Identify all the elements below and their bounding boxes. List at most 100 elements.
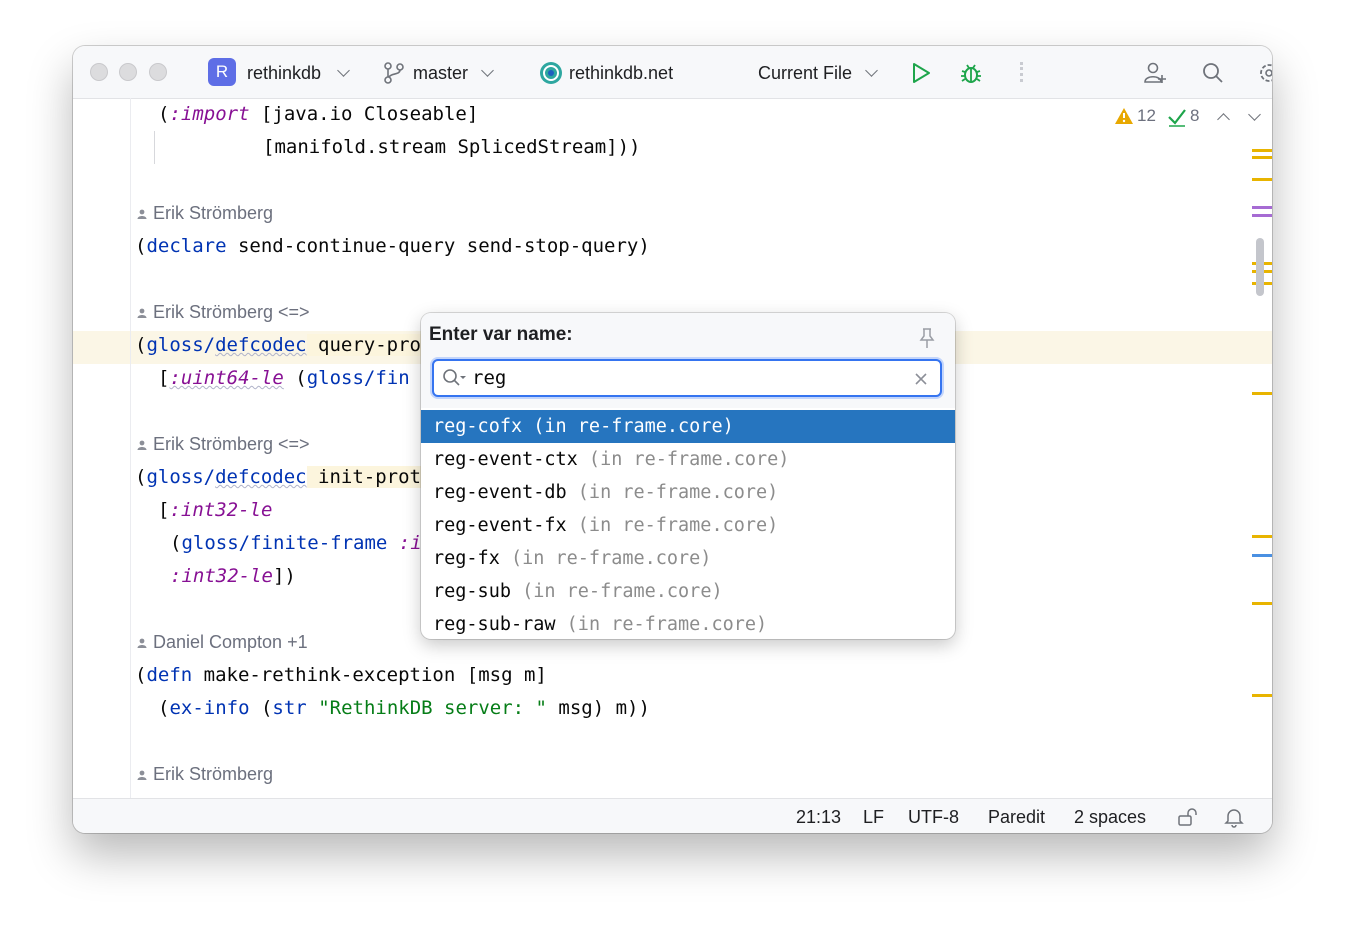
notifications-bell-icon[interactable] [1223,806,1245,828]
chevron-down-icon [481,64,494,77]
var-namespace: (in re-frame.core) [510,581,723,602]
zoom-window-button[interactable] [149,63,167,81]
previous-highlight-icon[interactable] [1217,113,1230,126]
var-name: reg-cofx [433,416,523,437]
run-config-selector[interactable]: Current File [758,46,852,98]
close-window-button[interactable] [90,63,108,81]
rethinkdb-logo-icon [540,62,562,84]
error-stripe-mark[interactable] [1252,392,1272,395]
search-input[interactable] [472,361,892,395]
run-target[interactable]: rethinkdb.net [569,46,673,98]
code-line: (gloss/defcodec query-pro [135,334,421,356]
vertical-scrollbar-thumb[interactable] [1256,238,1264,296]
git-author-annotation[interactable]: Erik Strömberg <=> [137,296,310,329]
toolbar-more-icon[interactable] [1020,62,1026,82]
error-stripe-mark[interactable] [1252,554,1272,557]
status-bar: 21:13 LF UTF-8 Paredit 2 spaces [73,798,1272,833]
var-suggestion-item[interactable]: reg-event-fx (in re-frame.core) [421,509,955,542]
branch-selector[interactable]: master [413,46,468,98]
git-author-annotation[interactable]: Erik Strömberg <=> [137,428,310,461]
var-name: reg-sub-raw [433,614,556,635]
var-namespace: (in re-frame.core) [566,482,779,503]
warning-icon[interactable] [1114,107,1134,125]
choose-var-popup: Enter var name: reg-cofx (in re-f [421,313,955,639]
var-suggestion-list: reg-cofx (in re-frame.core) reg-event-ctx… [421,410,955,639]
code-line: [manifold.stream SplicedStream])) [263,136,641,158]
var-namespace: (in re-frame.core) [522,416,734,437]
add-user-icon[interactable] [1142,60,1168,86]
indent-guide [154,131,155,164]
git-author-annotation[interactable]: Erik Strömberg [137,758,273,791]
search-icon [443,369,466,386]
error-stripe-mark[interactable] [1252,602,1272,605]
code-line: [:uint64-le (gloss/fin [158,367,410,389]
person-icon [137,209,147,220]
var-suggestion-item[interactable]: reg-event-ctx (in re-frame.core) [421,443,955,476]
code-line: :int32-le]) [170,565,296,587]
project-badge[interactable]: R [208,58,236,86]
search-icon[interactable] [1200,60,1226,86]
checks-count[interactable]: 8 [1190,106,1199,126]
error-stripe-mark[interactable] [1252,694,1272,697]
error-stripe-mark[interactable] [1252,535,1272,538]
git-author-annotation[interactable]: Erik Strömberg [137,197,273,230]
file-encoding[interactable]: UTF-8 [908,799,959,833]
code-line: (gloss/finite-frame :i [170,532,422,554]
error-stripe-mark[interactable] [1252,206,1272,209]
var-name: reg-event-ctx [433,449,578,470]
person-icon [137,308,147,319]
minimize-window-button[interactable] [119,63,137,81]
code-line: (declare send-continue-query send-stop-q… [135,235,650,257]
gutter-divider [130,98,131,798]
chevron-down-icon [337,64,350,77]
warnings-count[interactable]: 12 [1137,106,1156,126]
code-line: (gloss/defcodec init-prot [135,466,421,488]
popup-title: Enter var name: [429,324,573,345]
pin-icon[interactable] [917,327,937,349]
person-icon [137,638,147,649]
var-namespace: (in re-frame.core) [499,548,712,569]
person-icon [137,440,147,451]
code-line: (ex-info (str "RethinkDB server: " msg) … [158,697,650,719]
next-highlight-icon[interactable] [1248,108,1261,121]
var-suggestion-item[interactable]: reg-sub-raw (in re-frame.core) [421,608,955,639]
git-author-annotation[interactable]: Daniel Compton +1 [137,626,308,659]
unlock-icon[interactable] [1176,807,1200,827]
var-namespace: (in re-frame.core) [555,614,768,635]
project-selector[interactable]: rethinkdb [247,46,321,98]
var-name: reg-fx [433,548,500,569]
titlebar: R rethinkdb master rethinkdb.net Current… [73,46,1272,99]
paredit-mode[interactable]: Paredit [988,799,1045,833]
var-suggestion-item[interactable]: reg-sub (in re-frame.core) [421,575,955,608]
run-icon[interactable] [908,60,934,86]
chevron-down-icon [865,64,878,77]
var-suggestion-item[interactable]: reg-cofx (in re-frame.core) [421,410,955,443]
popup-header: Enter var name: [421,313,955,408]
debug-icon[interactable] [958,60,984,86]
ide-window: R rethinkdb master rethinkdb.net Current… [73,46,1272,833]
var-name: reg-sub [433,581,511,602]
settings-gear-icon[interactable] [1256,60,1272,86]
var-suggestion-item[interactable]: reg-event-db (in re-frame.core) [421,476,955,509]
search-field[interactable] [432,359,942,397]
person-icon [137,770,147,781]
code-line: [:int32-le [158,499,273,521]
error-stripe-mark[interactable] [1252,214,1272,217]
code-line: (defn make-rethink-exception [msg m] [135,664,547,686]
caret-position[interactable]: 21:13 [796,799,841,833]
var-name: reg-event-fx [433,515,567,536]
var-name: reg-event-db [433,482,567,503]
var-namespace: (in re-frame.core) [577,449,790,470]
code-line: (:import [java.io Closeable] [158,103,479,125]
error-stripe-mark[interactable] [1252,156,1272,159]
indent-setting[interactable]: 2 spaces [1074,799,1146,833]
typo-check-icon[interactable] [1167,107,1187,127]
error-stripe-mark[interactable] [1252,149,1272,152]
var-namespace: (in re-frame.core) [566,515,779,536]
code-editor[interactable]: (:import [java.io Closeable] [manifold.s… [73,98,1272,798]
error-stripe-mark[interactable] [1252,178,1272,181]
line-separator[interactable]: LF [863,799,884,833]
clear-search-icon[interactable] [914,372,928,386]
var-suggestion-item[interactable]: reg-fx (in re-frame.core) [421,542,955,575]
branch-icon [384,62,404,84]
